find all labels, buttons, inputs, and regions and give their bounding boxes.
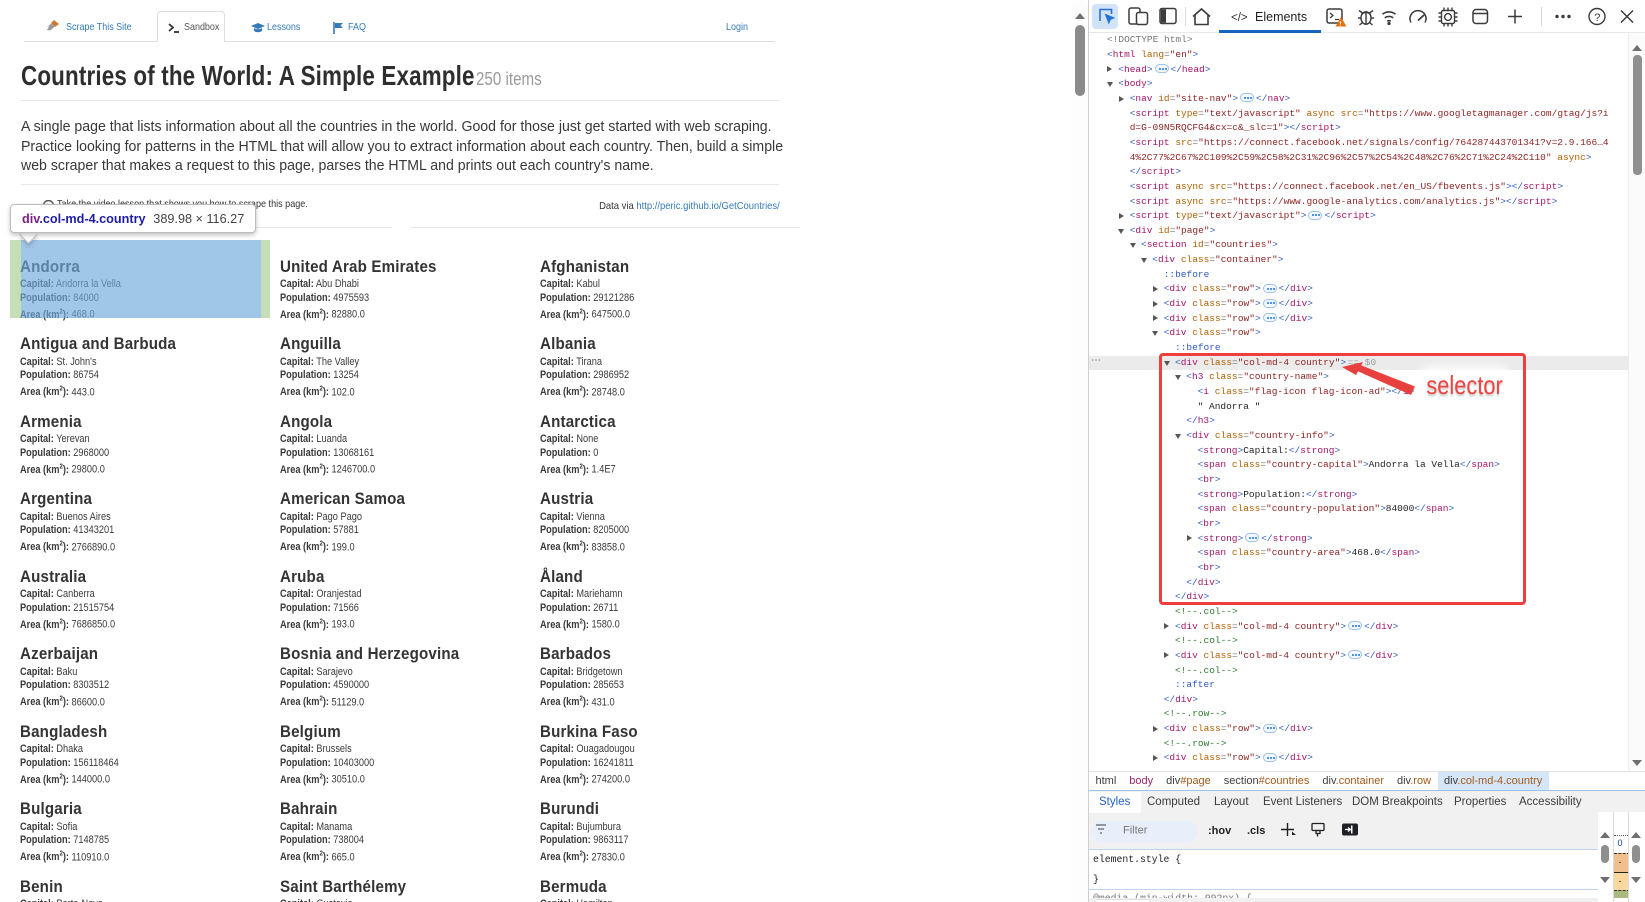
svg-text::hov: :hov [1208,825,1232,837]
svg-text:Elements: Elements [1255,10,1307,24]
svg-text:?: ? [1594,12,1600,24]
svg-text:Filter: Filter [1123,825,1148,837]
svg-text:!: ! [1339,20,1341,27]
svg-text:</>: </> [1231,12,1248,24]
svg-text:.cls: .cls [1247,825,1265,837]
